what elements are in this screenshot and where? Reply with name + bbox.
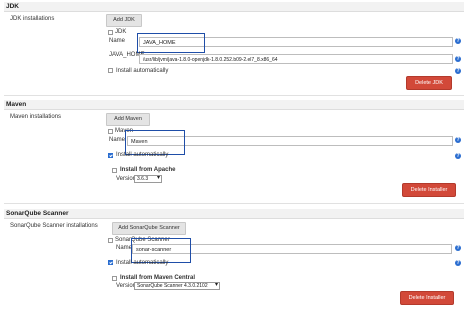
sonar-installations-label: SonarQube Scanner installations [10, 223, 98, 229]
sonar-install-from-label: Install from Maven Central [120, 275, 196, 281]
sonar-name-label: Name [116, 245, 133, 251]
jdk-installations-label: JDK installations [10, 16, 55, 22]
maven-version-label: Version [116, 176, 137, 182]
maven-install-auto-label: Install automatically [116, 152, 169, 158]
section-divider [4, 95, 464, 96]
jdk-install-auto-help-icon[interactable]: ? [455, 68, 461, 74]
jdk-name-highlight [137, 33, 205, 53]
sonar-section-title: SonarQube Scanner [6, 210, 69, 217]
sonar-install-auto-checkbox[interactable] [108, 260, 113, 265]
add-sonarqube-scanner-button[interactable]: Add SonarQube Scanner [112, 222, 186, 235]
sonar-item-toggle[interactable] [108, 238, 113, 243]
jdk-section-title: JDK [6, 3, 20, 10]
maven-section-title: Maven [6, 101, 27, 108]
jdk-section-header [4, 2, 464, 12]
jdk-install-auto-checkbox[interactable] [108, 68, 113, 73]
maven-item-toggle[interactable] [108, 129, 113, 134]
maven-install-auto-help-icon[interactable]: ? [455, 153, 461, 159]
maven-name-help-icon[interactable]: ? [455, 137, 461, 143]
delete-maven-installer-button[interactable]: Delete Installer [402, 183, 456, 197]
maven-install-auto-checkbox[interactable] [108, 153, 113, 158]
jdk-home-field[interactable]: /usr/lib/jvm/java-1.8.0-openjdk-1.8.0.25… [139, 54, 453, 64]
maven-installations-label: Maven installations [10, 114, 62, 120]
jdk-name-help-icon[interactable]: ? [455, 38, 461, 44]
jdk-home-help-icon[interactable]: ? [455, 56, 461, 62]
sonar-section-header [4, 209, 464, 219]
sonar-install-auto-label: Install automatically [116, 260, 169, 266]
maven-install-from-label: Install from Apache [120, 167, 176, 173]
jdk-install-auto-label: Install automatically [116, 68, 169, 74]
sonar-install-auto-help-icon[interactable]: ? [455, 260, 461, 266]
jdk-item-toggle[interactable] [108, 30, 113, 35]
jdk-item-header: JDK [115, 29, 127, 35]
delete-sonar-installer-button[interactable]: Delete Installer [400, 291, 454, 305]
sonar-name-help-icon[interactable]: ? [455, 245, 461, 251]
add-jdk-button[interactable]: Add JDK [106, 14, 142, 27]
sonar-version-select[interactable]: SonarQube Scanner 4.3.0.2102 [134, 282, 220, 290]
sonar-version-label: Version [116, 283, 137, 289]
maven-name-label: Name [109, 137, 126, 143]
add-maven-button[interactable]: Add Maven [106, 113, 150, 126]
maven-version-select[interactable]: 3.6.3 [134, 175, 162, 183]
delete-jdk-button[interactable]: Delete JDK [406, 76, 452, 90]
maven-install-from-toggle[interactable] [112, 168, 117, 173]
jdk-name-label: Name [109, 38, 126, 44]
maven-section-header [4, 100, 464, 110]
section-divider [4, 203, 464, 204]
sonar-install-from-toggle[interactable] [112, 276, 117, 281]
